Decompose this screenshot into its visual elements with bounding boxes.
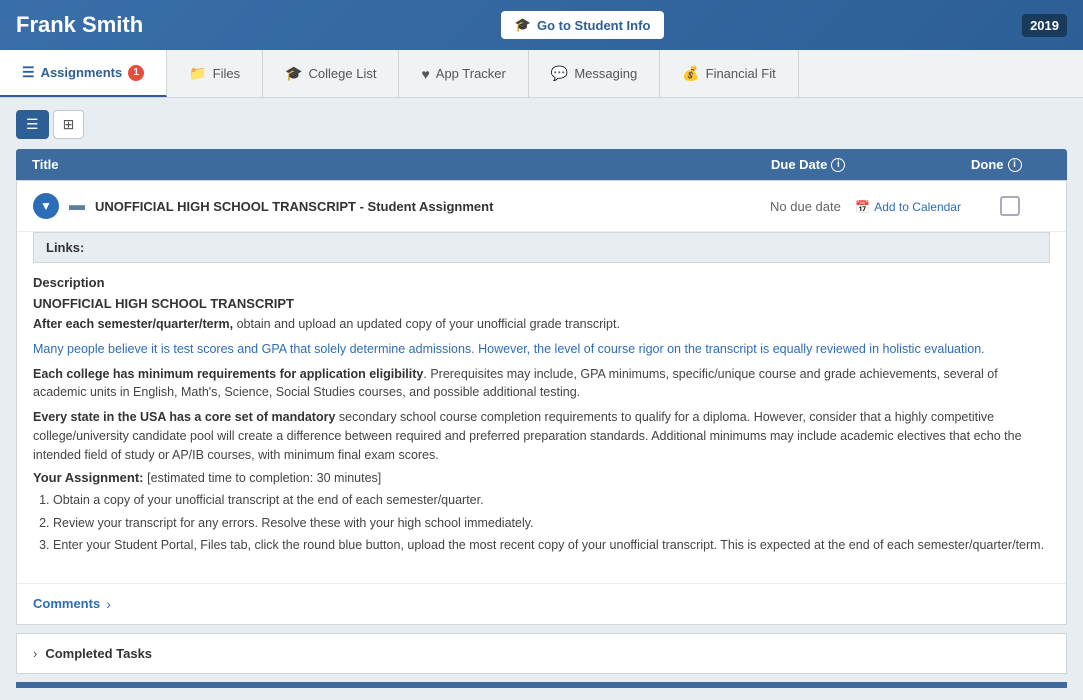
assignment-row: ▼ ▬ UNOFFICIAL HIGH SCHOOL TRANSCRIPT - … xyxy=(17,181,1066,232)
done-column-header: Done i xyxy=(971,157,1051,172)
tab-messaging-label: Messaging xyxy=(574,66,637,81)
tab-bar: ☰ Assignments 1 📁 Files 🎓 College List ♥… xyxy=(0,50,1083,98)
student-name: Frank Smith xyxy=(16,12,143,38)
files-icon: 📁 xyxy=(189,65,206,82)
tab-college-list[interactable]: 🎓 College List xyxy=(263,50,399,97)
cap-icon: 🎓 xyxy=(515,17,531,33)
comments-chevron-icon: › xyxy=(106,596,111,612)
your-assignment-text: Your Assignment: xyxy=(33,470,144,485)
messaging-icon: 💬 xyxy=(551,65,568,82)
top-header: Frank Smith 🎓 Go to Student Info 2019 xyxy=(0,0,1083,50)
comments-label: Comments xyxy=(33,596,100,611)
done-info-icon[interactable]: i xyxy=(1008,158,1022,172)
paragraph-3: Each college has minimum requirements fo… xyxy=(33,365,1050,403)
tab-assignments-label: Assignments xyxy=(41,65,123,80)
table-header: Title Due Date i Done i xyxy=(16,149,1067,180)
tab-files-label: Files xyxy=(213,66,240,81)
done-cell xyxy=(970,196,1050,216)
assignment-steps: Obtain a copy of your unofficial transcr… xyxy=(33,489,1050,557)
para3-bold: Each college has minimum requirements fo… xyxy=(33,367,423,381)
student-info-button[interactable]: 🎓 Go to Student Info xyxy=(501,11,665,39)
tab-messaging[interactable]: 💬 Messaging xyxy=(529,50,660,97)
completed-tasks-chevron-icon: › xyxy=(33,646,37,661)
tab-app-tracker[interactable]: ♥ App Tracker xyxy=(399,50,528,97)
step-1: Obtain a copy of your unofficial transcr… xyxy=(53,489,1050,512)
list-view-button[interactable]: ☰ xyxy=(16,110,49,139)
tab-financial-fit[interactable]: 💰 Financial Fit xyxy=(660,50,799,97)
tab-financial-fit-label: Financial Fit xyxy=(706,66,776,81)
assignments-badge: 1 xyxy=(128,65,144,81)
para1-bold: After each semester/quarter/term, xyxy=(33,317,233,331)
due-date-column-header: Due Date i xyxy=(771,157,971,172)
app-tracker-icon: ♥ xyxy=(421,66,429,82)
year-badge: 2019 xyxy=(1022,14,1067,37)
step-3: Enter your Student Portal, Files tab, cl… xyxy=(53,534,1050,557)
your-assignment-label: Your Assignment: [estimated time to comp… xyxy=(33,470,1050,485)
due-date-value: No due date xyxy=(770,199,841,214)
bottom-bar xyxy=(16,682,1067,688)
step-2: Review your transcript for any errors. R… xyxy=(53,512,1050,535)
financial-fit-icon: 💰 xyxy=(682,65,699,82)
done-label: Done xyxy=(971,157,1004,172)
main-content: ☰ ⊞ Title Due Date i Done i ▼ ▬ UNOFFICI… xyxy=(0,98,1083,700)
grid-view-button[interactable]: ⊞ xyxy=(53,110,85,139)
tab-files[interactable]: 📁 Files xyxy=(167,50,263,97)
para1-rest: obtain and upload an updated copy of you… xyxy=(233,317,620,331)
paragraph-1: After each semester/quarter/term, obtain… xyxy=(33,315,1050,334)
title-column-header: Title xyxy=(32,157,771,172)
assignment-title: UNOFFICIAL HIGH SCHOOL TRANSCRIPT - Stud… xyxy=(95,199,770,214)
due-date-label: Due Date xyxy=(771,157,827,172)
paragraph-2: Many people believe it is test scores an… xyxy=(33,340,1050,359)
tab-assignments[interactable]: ☰ Assignments 1 xyxy=(0,50,167,97)
add-calendar-label: Add to Calendar xyxy=(874,200,961,214)
due-date-cell: No due date 📅 Add to Calendar xyxy=(770,199,970,214)
due-date-info-icon[interactable]: i xyxy=(831,158,845,172)
tab-college-list-label: College List xyxy=(309,66,377,81)
view-toggle: ☰ ⊞ xyxy=(16,110,1067,139)
description-section: Description UNOFFICIAL HIGH SCHOOL TRANS… xyxy=(33,275,1050,557)
comments-row[interactable]: Comments › xyxy=(17,583,1066,624)
assignment-type-icon: ▬ xyxy=(69,197,85,215)
college-list-icon: 🎓 xyxy=(285,65,302,82)
completed-tasks-label: Completed Tasks xyxy=(45,646,152,661)
assignment-card: ▼ ▬ UNOFFICIAL HIGH SCHOOL TRANSCRIPT - … xyxy=(16,180,1067,625)
completed-tasks-row[interactable]: › Completed Tasks xyxy=(16,633,1067,674)
assignments-icon: ☰ xyxy=(22,64,35,81)
your-assignment-note: [estimated time to completion: 30 minute… xyxy=(147,471,381,485)
para4-bold: Every state in the USA has a core set of… xyxy=(33,410,335,424)
transcript-title: UNOFFICIAL HIGH SCHOOL TRANSCRIPT xyxy=(33,296,1050,311)
paragraph-4: Every state in the USA has a core set of… xyxy=(33,408,1050,464)
calendar-icon: 📅 xyxy=(855,200,870,214)
description-label: Description xyxy=(33,275,1050,290)
done-checkbox[interactable] xyxy=(1000,196,1020,216)
links-bar: Links: xyxy=(33,232,1050,263)
expand-button[interactable]: ▼ xyxy=(33,193,59,219)
student-info-label: Go to Student Info xyxy=(537,18,650,33)
tab-app-tracker-label: App Tracker xyxy=(436,66,506,81)
assignment-details: Links: Description UNOFFICIAL HIGH SCHOO… xyxy=(17,232,1066,583)
add-to-calendar-button[interactable]: 📅 Add to Calendar xyxy=(855,200,961,214)
